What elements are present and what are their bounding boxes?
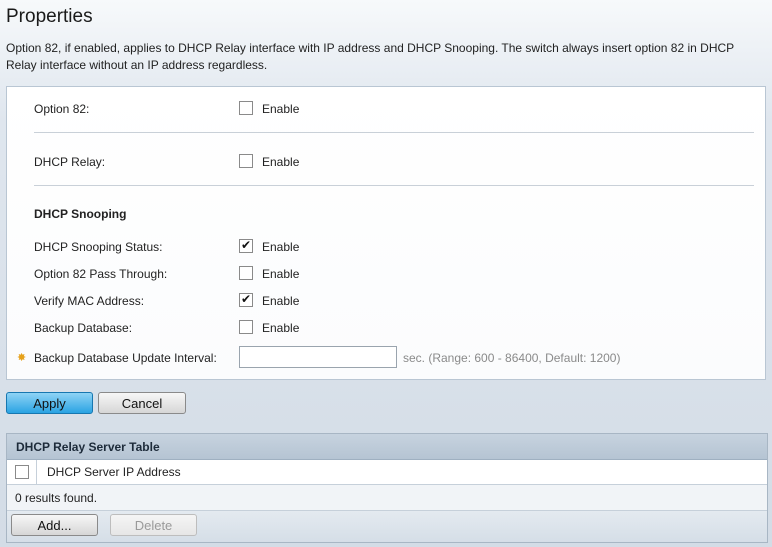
backup-db-enable-label: Enable [262, 321, 300, 335]
snooping-status-checkbox[interactable]: ✔ [239, 238, 253, 253]
section-heading-dhcp-snooping: DHCP Snooping [34, 207, 127, 221]
option82-pass-enable-label: Enable [262, 267, 300, 281]
option82-pass-label: Option 82 Pass Through: [34, 267, 168, 281]
required-gear-icon: ✸ [17, 351, 27, 364]
table-status-row: 0 results found. [7, 485, 767, 511]
backup-interval-input[interactable] [239, 346, 397, 368]
option82-pass-checkbox[interactable] [239, 266, 253, 280]
divider [34, 132, 754, 133]
verify-mac-enable-label: Enable [262, 294, 300, 308]
page-description: Option 82, if enabled, applies to DHCP R… [6, 41, 734, 72]
dhcp-relay-checkbox[interactable] [239, 154, 253, 168]
add-button[interactable]: Add... [11, 514, 98, 536]
checkmark-icon: ✔ [241, 292, 252, 306]
table-column-header-row: DHCP Server IP Address [7, 460, 767, 485]
option82-label: Option 82: [34, 102, 90, 116]
verify-mac-row: Verify MAC Address: ✔ Enable [7, 292, 765, 310]
backup-db-label: Backup Database: [34, 321, 133, 335]
apply-button[interactable]: Apply [6, 392, 93, 414]
column-header-server-ip: DHCP Server IP Address [47, 465, 181, 479]
dhcp-relay-server-table: DHCP Relay Server Table DHCP Server IP A… [6, 433, 768, 543]
checkmark-icon: ✔ [241, 238, 252, 252]
backup-interval-row: ✸ Backup Database Update Interval: sec. … [7, 346, 765, 368]
snooping-status-row: DHCP Snooping Status: ✔ Enable [7, 238, 765, 256]
backup-interval-hint: sec. (Range: 600 - 86400, Default: 1200) [403, 351, 621, 365]
cancel-button[interactable]: Cancel [98, 392, 186, 414]
snooping-status-label: DHCP Snooping Status: [34, 240, 163, 254]
dhcp-relay-enable-label: Enable [262, 155, 300, 169]
option82-row: Option 82: Enable [7, 100, 765, 118]
option82-enable-label: Enable [262, 102, 300, 116]
table-footer: Add... Delete [7, 511, 767, 542]
select-all-checkbox[interactable] [15, 465, 29, 479]
delete-button[interactable]: Delete [110, 514, 197, 536]
backup-db-row: Backup Database: Enable [7, 319, 765, 337]
properties-panel: Option 82: Enable DHCP Relay: Enable DHC… [6, 86, 766, 380]
divider [34, 185, 754, 186]
table-header: DHCP Relay Server Table [7, 434, 767, 460]
results-count: 0 results found. [15, 491, 98, 505]
backup-interval-label: Backup Database Update Interval: [34, 351, 217, 365]
verify-mac-label: Verify MAC Address: [34, 294, 145, 308]
dhcp-relay-row: DHCP Relay: Enable [7, 153, 765, 171]
option82-checkbox[interactable] [239, 101, 253, 115]
backup-db-checkbox[interactable] [239, 320, 253, 334]
snooping-status-enable-label: Enable [262, 240, 300, 254]
snooping-heading-row: DHCP Snooping [7, 205, 765, 223]
column-separator [36, 460, 37, 484]
verify-mac-checkbox[interactable]: ✔ [239, 292, 253, 307]
page-title: Properties [6, 6, 93, 27]
option82-pass-row: Option 82 Pass Through: Enable [7, 265, 765, 283]
dhcp-relay-label: DHCP Relay: [34, 155, 106, 169]
table-title: DHCP Relay Server Table [16, 440, 160, 454]
